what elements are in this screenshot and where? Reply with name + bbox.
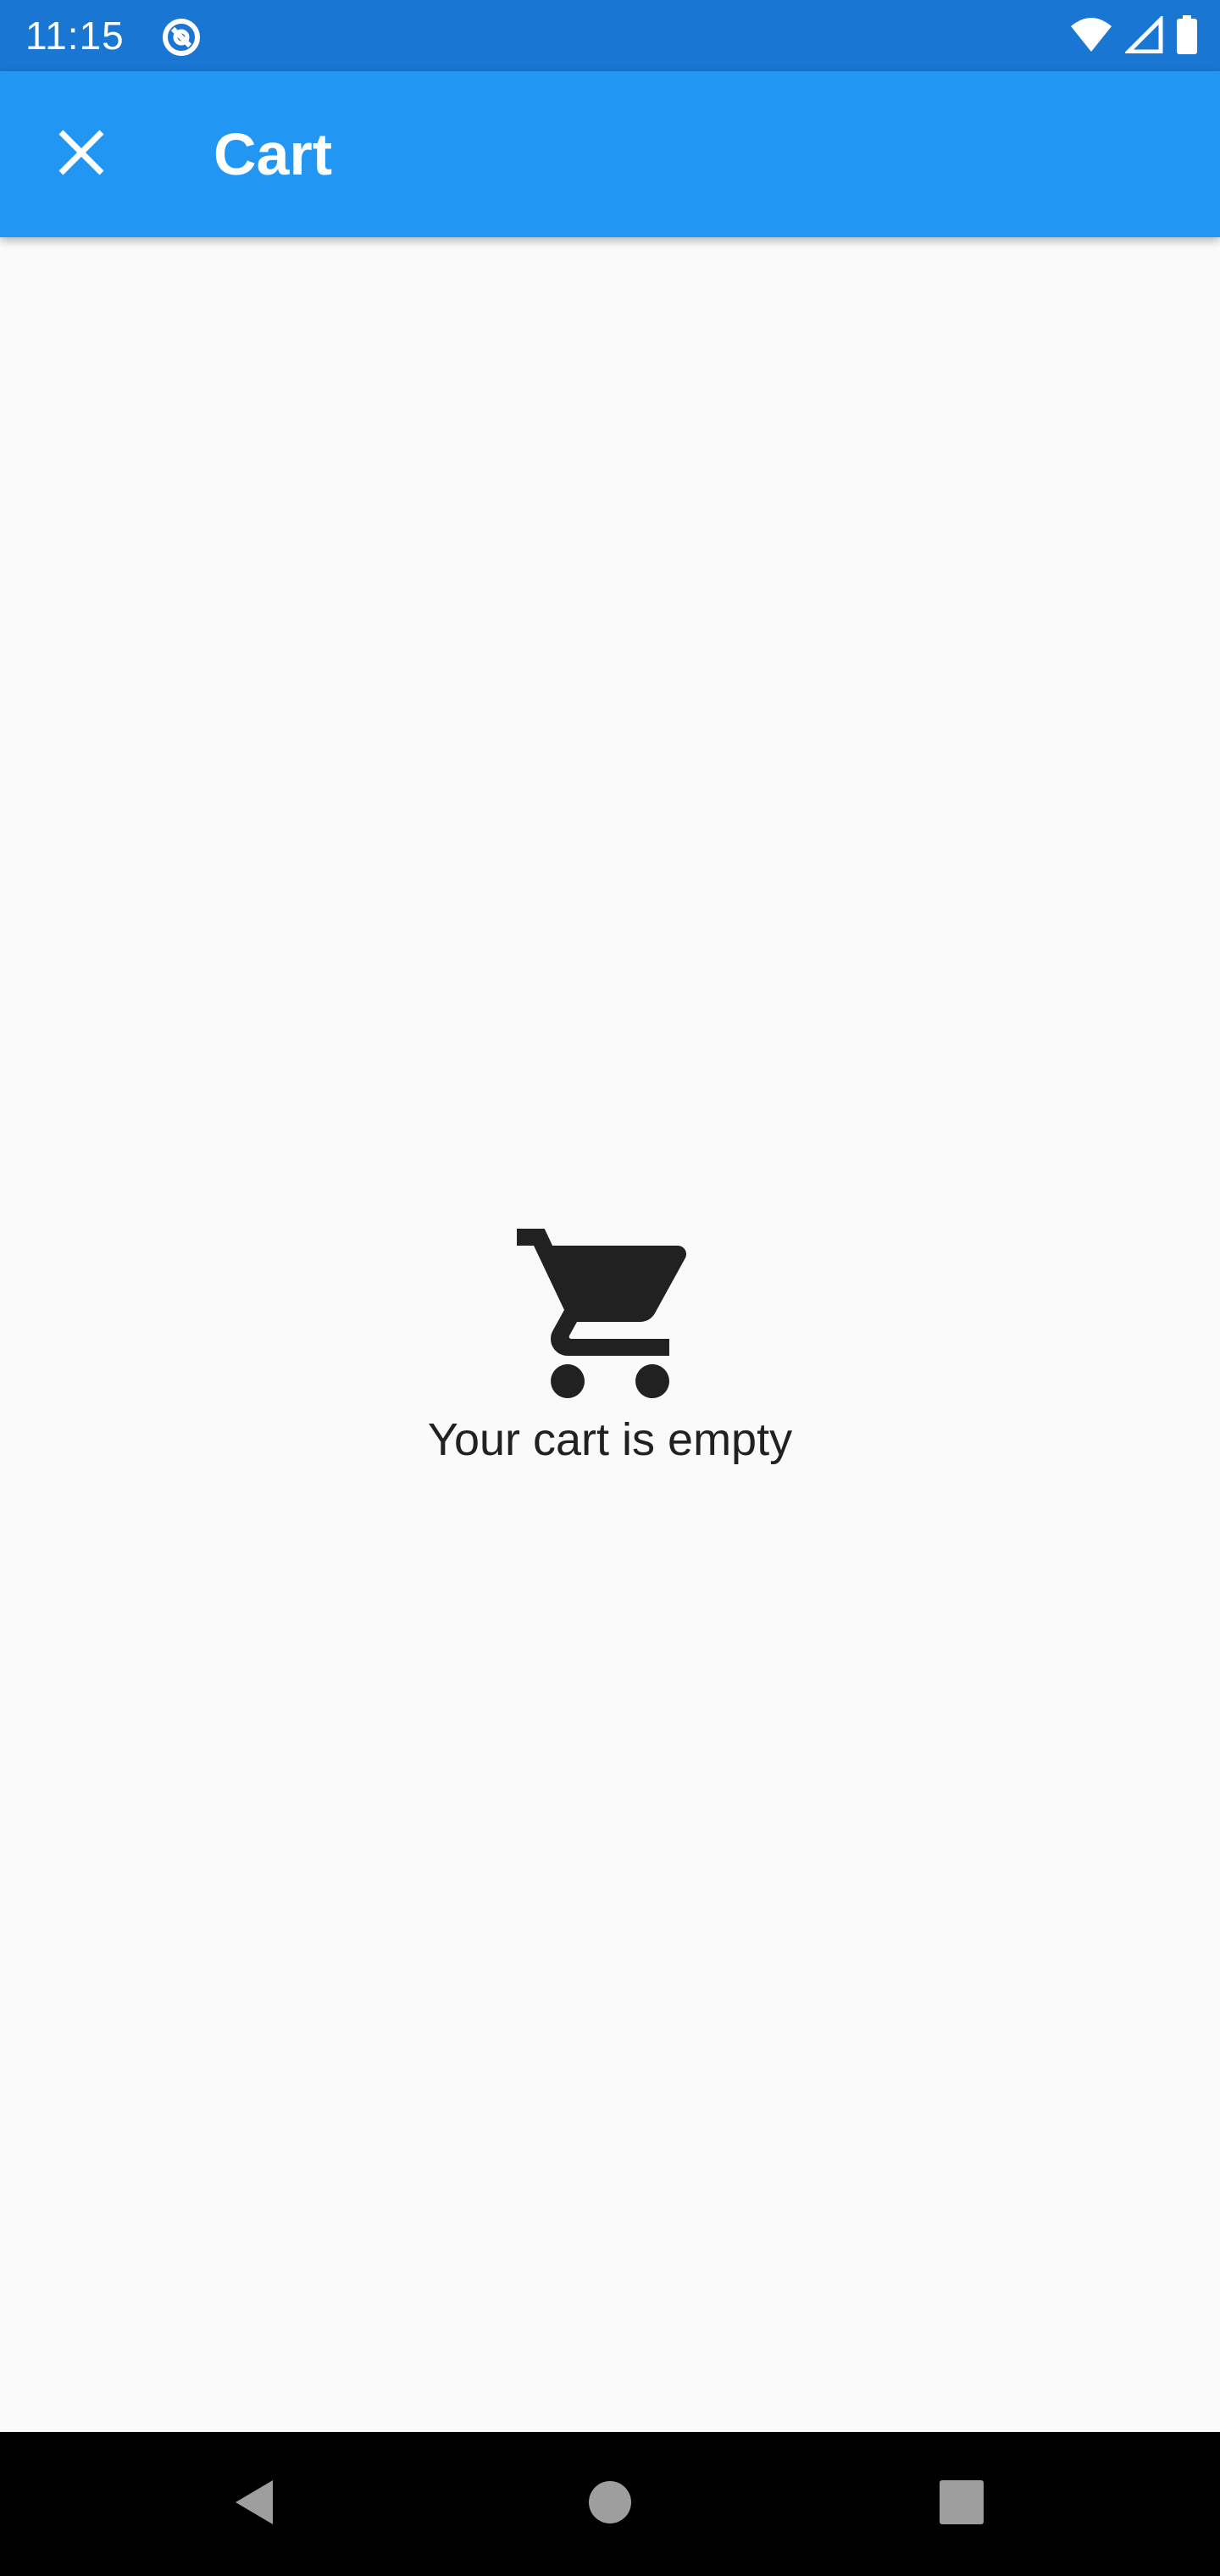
close-button[interactable] — [41, 114, 122, 195]
back-button[interactable] — [212, 2462, 297, 2546]
recents-icon — [939, 2479, 984, 2529]
battery-icon — [1176, 14, 1198, 58]
empty-cart-state: Your cart is empty — [0, 1212, 1220, 1468]
recents-button[interactable] — [919, 2462, 1004, 2546]
cart-content: Your cart is empty — [0, 237, 1220, 2432]
home-button[interactable] — [568, 2462, 652, 2546]
system-nav-bar — [0, 2432, 1220, 2576]
wifi-icon — [1069, 16, 1113, 58]
app-notification-icon — [161, 17, 202, 58]
shopping-cart-icon — [508, 1212, 712, 1415]
close-icon — [58, 129, 105, 180]
app-bar: Cart — [0, 71, 1220, 237]
cart-screen: 11:15 Cart Your cart is empty — [0, 0, 1220, 2576]
cellular-signal-icon — [1123, 14, 1164, 58]
page-title: Cart — [214, 121, 333, 187]
empty-cart-message: Your cart is empty — [427, 1414, 793, 1465]
home-icon — [587, 2479, 633, 2529]
back-icon — [230, 2477, 278, 2532]
status-icons — [1069, 14, 1198, 58]
status-bar: 11:15 — [0, 0, 1220, 71]
status-time: 11:15 — [25, 14, 125, 58]
